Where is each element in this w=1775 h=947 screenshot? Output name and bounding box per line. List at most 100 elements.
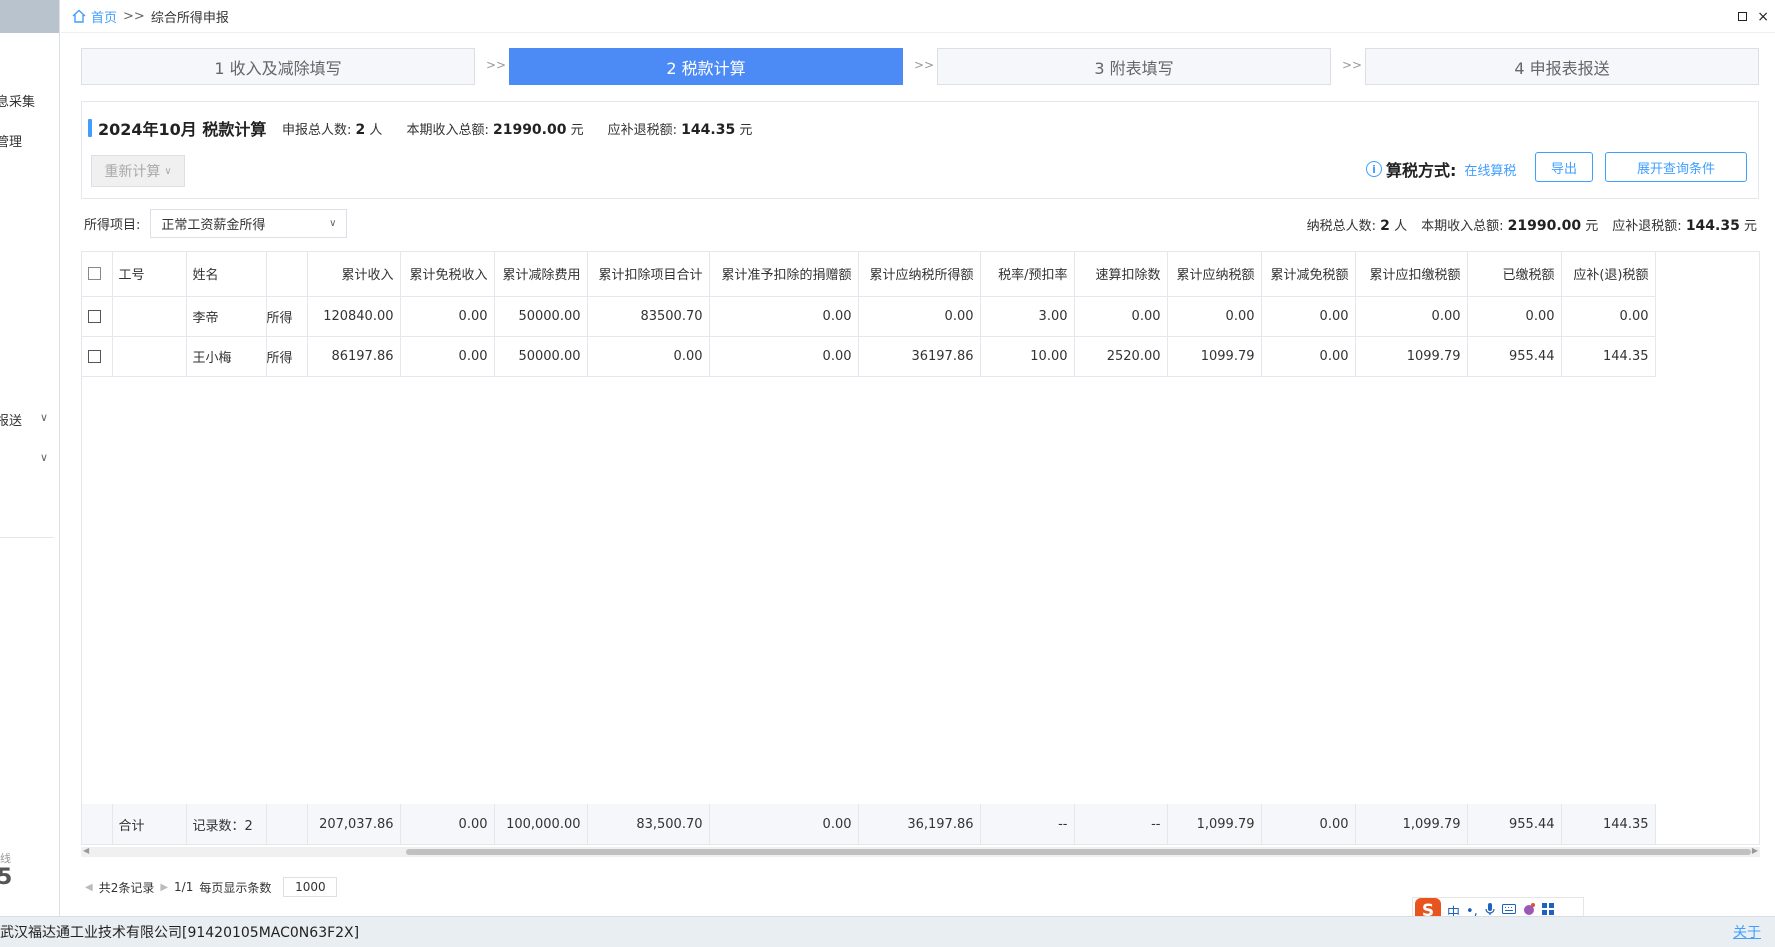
cell: 207,037.86 (307, 804, 401, 844)
maximize-icon[interactable] (1738, 12, 1748, 21)
step-submit[interactable]: 4 申报表报送 (1365, 48, 1759, 85)
col-header[interactable]: 姓名 (186, 252, 267, 297)
cell: 所得 (266, 296, 308, 337)
breadcrumb: 首页 >> 综合所得申报 × (61, 0, 1775, 33)
period-income: 本期收入总额: 21990.00 元 (406, 122, 584, 138)
step-arrow: >> (1342, 58, 1363, 72)
cell: 83,500.70 (587, 804, 710, 844)
cell: 3.00 (980, 296, 1075, 337)
about-link[interactable]: 关于 (1733, 922, 1761, 942)
cell: 0.00 (400, 804, 495, 844)
scroll-left-icon[interactable]: ◀ (83, 846, 89, 855)
col-header[interactable]: 已缴税额 (1467, 252, 1562, 297)
page-title: 2024年10月 税款计算 (98, 120, 267, 139)
filter-income: 本期收入总额: 21990.00 元 (1421, 218, 1599, 234)
info-icon: i (1366, 161, 1382, 177)
chevron-down-icon: ∨ (329, 218, 337, 229)
cell: 120840.00 (307, 296, 401, 337)
chevron-down-icon[interactable]: ∨ (40, 411, 48, 424)
cell: 0.00 (709, 804, 859, 844)
tax-table: 工号 姓名 累计收入 累计免税收入 累计减除费用 累计扣除项目合计 累计准予扣除… (81, 251, 1760, 845)
income-type-select[interactable]: 正常工资薪金所得 ∨ (150, 209, 348, 238)
cell: 1,099.79 (1355, 804, 1468, 844)
chevron-down-icon[interactable]: ∨ (40, 451, 48, 464)
cell: 0.00 (709, 336, 859, 377)
cell: 所得 (266, 336, 308, 377)
calc-mode-value[interactable]: 在线算税 (1464, 160, 1516, 179)
breadcrumb-home[interactable]: 首页 (91, 7, 117, 26)
next-page-icon[interactable]: ▶ (160, 882, 168, 893)
cell: 0.00 (1467, 296, 1562, 337)
step-income[interactable]: 1 收入及减除填写 (81, 48, 475, 85)
prev-page-icon[interactable]: ◀ (85, 882, 93, 893)
expand-query-button[interactable]: 展开查询条件 (1605, 152, 1747, 182)
table-row[interactable]: 王小梅 所得 86197.86 0.00 50000.00 0.00 0.00 … (82, 336, 1656, 377)
cell: 86197.86 (307, 336, 401, 377)
total-people: 申报总人数: 2 人 (282, 122, 383, 138)
breadcrumb-current: 综合所得申报 (150, 10, 229, 26)
cell: 0.00 (400, 336, 495, 377)
row-checkbox[interactable] (82, 296, 113, 337)
cell: 50000.00 (494, 296, 588, 337)
horizontal-scrollbar[interactable]: ◀ ▶ (81, 846, 1760, 857)
cell: 0.00 (587, 336, 710, 377)
sidebar-divider (0, 537, 54, 538)
row-checkbox[interactable] (82, 336, 113, 377)
sidebar-big-text: 5 (0, 865, 12, 890)
col-header[interactable] (266, 252, 308, 297)
select-all-checkbox[interactable] (82, 252, 113, 297)
page-size-input[interactable]: 1000 (283, 877, 338, 897)
totals-row: 合计 记录数：2 207,037.86 0.00 100,000.00 83,5… (82, 804, 1656, 844)
col-header[interactable]: 累计准予扣除的捐赠额 (709, 252, 859, 297)
sidebar-item-info-collection[interactable]: 息采集 (0, 91, 35, 110)
step-attachments[interactable]: 3 附表填写 (937, 48, 1331, 85)
chevron-down-icon: ∨ (164, 165, 172, 177)
income-type-filter: 所得项目: 正常工资薪金所得 ∨ (84, 209, 348, 238)
recalculate-button[interactable]: 重新计算 ∨ (91, 155, 185, 187)
step-tax-calculation[interactable]: 2 税款计算 (509, 48, 903, 85)
calc-mode-label: 算税方式: (1386, 161, 1457, 180)
summary-stats: 申报总人数: 2 人 本期收入总额: 21990.00 元 应补退税额: 144… (282, 119, 752, 138)
refund-amount: 应补退税额: 144.35 元 (607, 122, 753, 138)
sidebar-item-report[interactable]: 报送 (0, 410, 22, 429)
col-header[interactable]: 累计应扣缴税额 (1355, 252, 1468, 297)
col-header[interactable]: 累计扣除项目合计 (587, 252, 710, 297)
summary-panel: 2024年10月 税款计算 申报总人数: 2 人 本期收入总额: 21990.0… (81, 101, 1759, 199)
scrollbar-thumb[interactable] (406, 849, 1751, 855)
home-icon[interactable] (71, 8, 87, 24)
tax-table-grid: 工号 姓名 累计收入 累计免税收入 累计减除费用 累计扣除项目合计 累计准予扣除… (82, 252, 1656, 377)
col-header[interactable]: 累计应纳税额 (1167, 252, 1262, 297)
col-header[interactable]: 累计减除费用 (494, 252, 588, 297)
company-name: 武汉福达通工业技术有限公司[91420105MAC0N63F2X] (0, 925, 360, 941)
cell (112, 296, 187, 337)
col-header[interactable]: 累计收入 (307, 252, 401, 297)
table-row[interactable]: 李帝 所得 120840.00 0.00 50000.00 83500.70 0… (82, 296, 1656, 337)
cell: 王小梅 (186, 336, 267, 377)
cell: 100,000.00 (494, 804, 588, 844)
col-header[interactable]: 累计应纳税所得额 (858, 252, 981, 297)
total-records: 共2条记录 (98, 880, 155, 895)
taxpayer-count: 纳税总人数: 2 人 (1306, 218, 1408, 234)
col-header[interactable]: 累计免税收入 (400, 252, 495, 297)
col-header[interactable]: 速算扣除数 (1074, 252, 1168, 297)
step-bar: 1 收入及减除填写 >> 2 税款计算 >> 3 附表填写 >> 4 申报表报送 (81, 48, 1759, 85)
close-icon[interactable]: × (1757, 9, 1769, 25)
cell: 记录数：2 (186, 804, 267, 844)
col-header[interactable]: 工号 (112, 252, 187, 297)
sidebar-header (0, 0, 59, 33)
scroll-right-icon[interactable]: ▶ (1752, 846, 1758, 855)
export-button[interactable]: 导出 (1535, 152, 1593, 182)
col-header[interactable]: 累计减免税额 (1261, 252, 1356, 297)
cell: 10.00 (980, 336, 1075, 377)
col-header[interactable]: 应补(退)税额 (1561, 252, 1656, 297)
col-header[interactable]: 税率/预扣率 (980, 252, 1075, 297)
sidebar-item-management[interactable]: 管理 (0, 131, 22, 150)
cell (112, 336, 187, 377)
cell: 0.00 (1261, 804, 1356, 844)
cell: 1099.79 (1355, 336, 1468, 377)
cell: 955.44 (1467, 804, 1562, 844)
cell: 0.00 (858, 296, 981, 337)
cell: 0.00 (1074, 296, 1168, 337)
cell: 0.00 (1355, 296, 1468, 337)
cell: 955.44 (1467, 336, 1562, 377)
